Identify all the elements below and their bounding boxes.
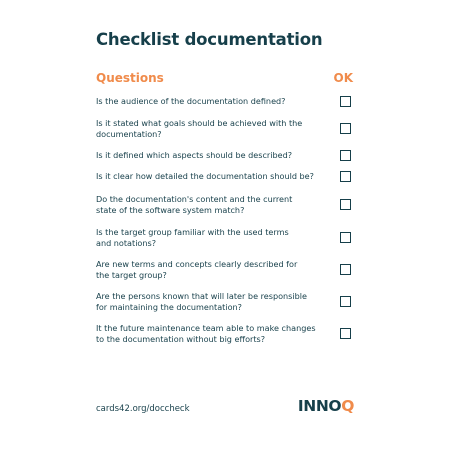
footer-link[interactable]: cards42.org/doccheck — [96, 404, 190, 414]
questions-header: Questions — [96, 71, 164, 85]
logo-text-accent: Q — [341, 397, 354, 415]
checklist-item-text: Do the documentation's content and the c… — [96, 194, 293, 215]
checklist-checkbox[interactable] — [340, 96, 351, 107]
checklist-item-text: Are new terms and concepts clearly descr… — [96, 259, 298, 280]
checklist-item-text: Is it stated what goals should be achiev… — [96, 118, 303, 139]
column-header: Questions OK — [96, 71, 353, 87]
checklist-checkbox[interactable] — [340, 171, 351, 182]
checklist-checkbox[interactable] — [340, 123, 351, 134]
checklist-checkbox[interactable] — [340, 150, 351, 161]
checklist-checkbox[interactable] — [340, 328, 351, 339]
checklist-item-text: Is it clear how detailed the documentati… — [96, 171, 314, 181]
checklist-item-text: Is the audience of the documentation def… — [96, 96, 286, 106]
logo-text-main: INNO — [297, 397, 342, 415]
checklist-checkbox[interactable] — [340, 232, 351, 243]
checklist-item-text: Are the persons known that will later be… — [96, 291, 308, 312]
checklist-item-text: Is the target group familiar with the us… — [96, 227, 289, 248]
page-title: Checklist documentation — [96, 30, 323, 49]
checklist-item-text: Is it defined which aspects should be de… — [96, 150, 293, 160]
checklist-item-text: It the future maintenance team able to m… — [96, 323, 316, 344]
checklist-checkbox[interactable] — [340, 199, 351, 210]
ok-header: OK — [333, 71, 354, 85]
innoq-logo: INNOQ — [298, 397, 354, 415]
checklist-checkbox[interactable] — [340, 264, 351, 275]
checklist-card: Checklist documentation Questions OK Is … — [0, 0, 450, 450]
checklist-checkbox[interactable] — [340, 296, 351, 307]
